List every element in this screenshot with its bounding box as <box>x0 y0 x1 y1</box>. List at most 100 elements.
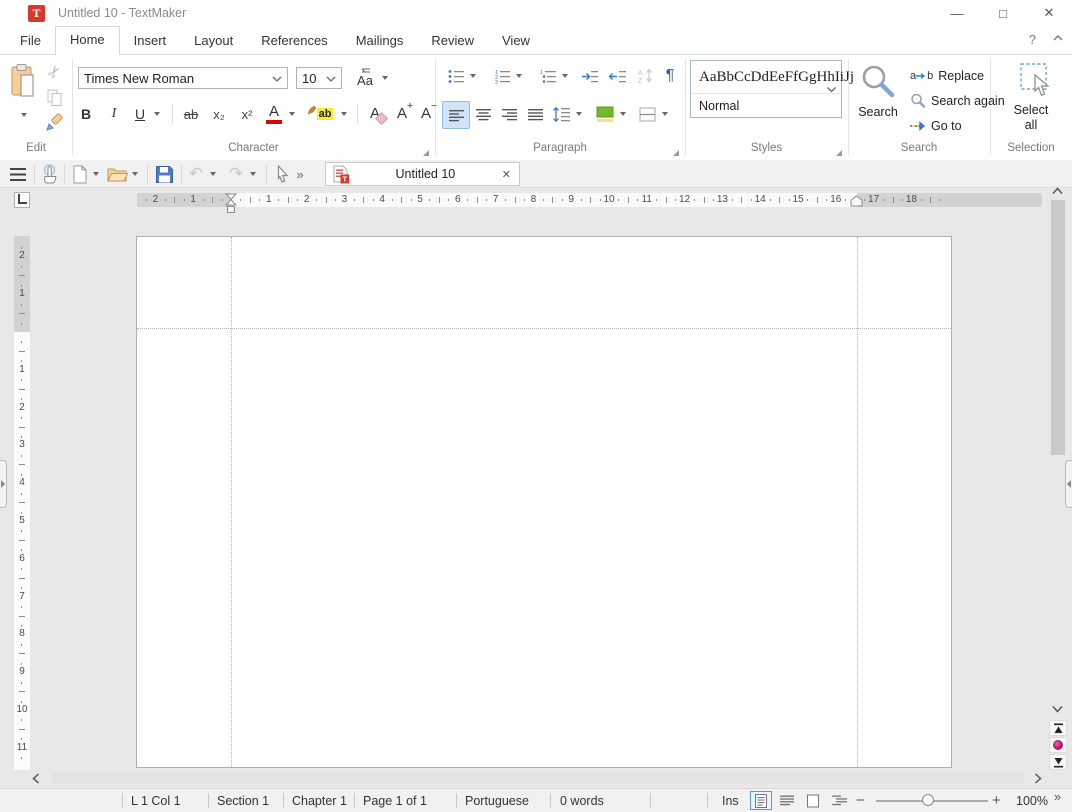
section-indicator[interactable]: Section 1 <box>217 794 269 808</box>
cursor-position[interactable]: L 1 Col 1 <box>131 794 181 808</box>
minimize-button[interactable]: — <box>934 0 980 26</box>
change-case-button[interactable]: Aa <box>352 65 378 91</box>
multilevel-list-button[interactable]: 1 <box>536 65 560 87</box>
close-button[interactable]: ✕ <box>1026 0 1072 26</box>
zoom-slider-thumb[interactable] <box>922 794 934 806</box>
vertical-scrollbar-thumb[interactable] <box>1051 200 1065 455</box>
zoom-in-button[interactable]: + <box>992 792 1001 809</box>
formatting-marks-button[interactable]: ¶ <box>660 64 680 88</box>
strikethrough-button[interactable]: ab <box>178 101 204 127</box>
statusbar-more-button[interactable]: » <box>1054 790 1061 804</box>
select-all-button[interactable] <box>1018 61 1054 99</box>
previous-page-button[interactable] <box>1049 720 1067 736</box>
word-count[interactable]: 0 words <box>560 794 604 808</box>
tab-mailings[interactable]: Mailings <box>342 28 418 54</box>
superscript-button[interactable]: x² <box>234 101 260 127</box>
touch-mode-button[interactable] <box>38 163 60 185</box>
toolbar-more-button[interactable]: » <box>292 164 308 184</box>
borders-dropdown[interactable] <box>662 112 668 119</box>
paste-dropdown[interactable] <box>21 113 27 120</box>
browse-object-button[interactable] <box>1049 737 1067 753</box>
horizontal-ruler[interactable]: 21123456789101112131415161718 <box>137 193 1042 207</box>
full-page-view-button[interactable] <box>802 791 824 810</box>
format-painter-button[interactable] <box>42 111 66 135</box>
styles-gallery[interactable]: AaBbCcDdEeFfGgHhIiJj Normal <box>690 60 842 118</box>
language-indicator[interactable]: Portuguese <box>465 794 529 808</box>
line-spacing-dropdown[interactable] <box>576 112 582 119</box>
bold-button[interactable]: B <box>74 101 98 127</box>
scroll-down-button[interactable] <box>1048 702 1066 716</box>
save-button[interactable] <box>153 164 175 184</box>
tab-stop-selector[interactable] <box>14 192 30 208</box>
scroll-left-button[interactable] <box>26 770 46 786</box>
tab-references[interactable]: References <box>247 28 341 54</box>
tab-view[interactable]: View <box>488 28 544 54</box>
document-tab-close-icon[interactable]: ✕ <box>502 168 511 181</box>
copy-button[interactable] <box>44 87 66 109</box>
align-left-button[interactable] <box>442 101 470 129</box>
insert-mode-indicator[interactable]: Ins <box>722 794 739 808</box>
line-spacing-button[interactable] <box>548 101 574 127</box>
new-document-button[interactable] <box>70 164 90 184</box>
tab-insert[interactable]: Insert <box>120 28 181 54</box>
indent-marker-left[interactable] <box>225 193 237 206</box>
object-mode-button[interactable] <box>272 164 292 184</box>
scroll-up-button[interactable] <box>1048 184 1066 198</box>
align-center-button[interactable] <box>470 101 496 127</box>
underline-dropdown[interactable] <box>154 112 160 119</box>
chevron-down-icon[interactable] <box>272 71 282 86</box>
replace-button[interactable]: a b Replace <box>910 67 984 85</box>
paste-button[interactable] <box>8 61 40 101</box>
document-tab[interactable]: T Untitled 10 ✕ <box>325 162 520 186</box>
multilevel-list-dropdown[interactable] <box>562 74 568 81</box>
goto-button[interactable]: Go to <box>910 117 962 135</box>
highlight-button[interactable]: ab <box>306 101 338 127</box>
grow-font-button[interactable]: A + <box>390 100 414 127</box>
styles-dialog-launcher[interactable] <box>836 150 842 156</box>
indent-marker-box[interactable] <box>227 206 235 213</box>
left-panel-handle[interactable] <box>0 460 7 508</box>
open-button[interactable] <box>106 165 128 183</box>
maximize-button[interactable]: □ <box>980 0 1026 26</box>
chevron-down-icon[interactable] <box>326 71 336 86</box>
hamburger-menu-button[interactable] <box>8 165 28 183</box>
numbered-list-dropdown[interactable] <box>516 74 522 81</box>
justify-button[interactable] <box>522 101 548 127</box>
open-dropdown[interactable] <box>132 172 138 179</box>
chevron-down-icon[interactable] <box>826 83 837 97</box>
shading-dropdown[interactable] <box>620 112 626 119</box>
right-panel-handle[interactable] <box>1065 460 1072 508</box>
tab-home[interactable]: Home <box>55 26 120 55</box>
scroll-right-button[interactable] <box>1028 770 1048 786</box>
vertical-ruler[interactable]: 211234567891011 <box>14 236 30 770</box>
cut-button[interactable]: ✂ <box>44 61 66 83</box>
page-indicator[interactable]: Page 1 of 1 <box>363 794 427 808</box>
next-page-button[interactable] <box>1049 754 1067 770</box>
tab-review[interactable]: Review <box>417 28 488 54</box>
subscript-button[interactable]: x₂ <box>206 101 232 127</box>
character-dialog-launcher[interactable] <box>423 150 429 156</box>
draft-view-button[interactable] <box>776 791 798 810</box>
zoom-level[interactable]: 100% <box>1016 794 1048 808</box>
italic-button[interactable]: I <box>102 101 126 127</box>
borders-button[interactable] <box>634 101 660 127</box>
shading-button[interactable] <box>592 101 618 127</box>
redo-button[interactable]: ↷ <box>226 163 246 185</box>
change-case-dropdown[interactable] <box>382 76 388 83</box>
underline-button[interactable]: U <box>128 101 152 127</box>
bullet-list-button[interactable] <box>444 65 468 87</box>
font-size-combo[interactable]: 10 <box>296 67 342 89</box>
new-document-dropdown[interactable] <box>93 172 99 179</box>
shrink-font-button[interactable]: A − <box>414 100 438 127</box>
align-right-button[interactable] <box>496 101 522 127</box>
reset-formatting-button[interactable]: A <box>362 100 388 127</box>
numbered-list-button[interactable]: 123 <box>490 65 514 87</box>
document-page[interactable] <box>136 236 952 768</box>
search-button[interactable] <box>856 61 900 103</box>
undo-button[interactable]: ↶ <box>186 163 206 185</box>
zoom-out-button[interactable]: − <box>856 792 865 809</box>
font-color-button[interactable]: A <box>262 100 286 127</box>
font-name-combo[interactable]: Times New Roman <box>78 67 288 89</box>
undo-dropdown[interactable] <box>210 172 216 179</box>
decrease-indent-button[interactable] <box>606 65 630 87</box>
